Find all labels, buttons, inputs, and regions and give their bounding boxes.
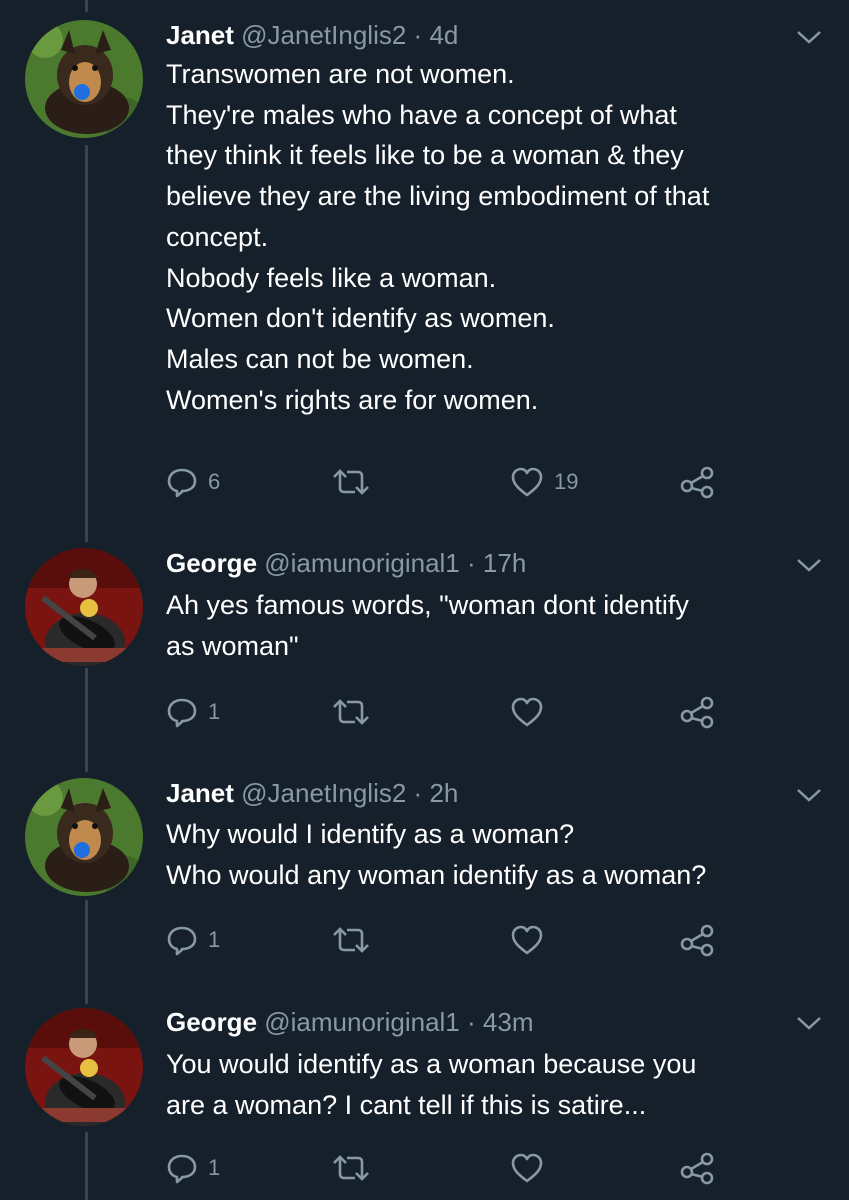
reply-icon bbox=[167, 926, 197, 956]
tweet-text: Ah yes famous words, "woman dont identif… bbox=[166, 585, 826, 666]
avatar[interactable] bbox=[25, 548, 143, 666]
tweet-text: Why would I identify as a woman? Who wou… bbox=[166, 814, 826, 895]
reply-count: 1 bbox=[208, 1155, 221, 1180]
user-handle[interactable]: @JanetInglis2 bbox=[241, 20, 406, 50]
separator: · bbox=[467, 1007, 476, 1037]
tweet-text-line: concept. bbox=[166, 221, 269, 252]
retweet-button[interactable] bbox=[331, 1150, 381, 1186]
tweet-text-line: Who would any woman identify as a woman? bbox=[166, 859, 707, 890]
reply-button[interactable]: 1 bbox=[166, 922, 220, 958]
display-name[interactable]: Janet bbox=[166, 778, 234, 808]
retweet-button[interactable] bbox=[331, 922, 381, 958]
like-button[interactable] bbox=[510, 694, 554, 730]
reply-button[interactable]: 1 bbox=[166, 1150, 220, 1186]
tweet-actions: 1 bbox=[166, 1150, 726, 1186]
reply-count: 6 bbox=[208, 469, 221, 494]
timestamp[interactable]: 17h bbox=[483, 548, 526, 578]
share-icon bbox=[680, 1152, 714, 1185]
like-count: 19 bbox=[554, 469, 579, 494]
tweet-text: Transwomen are not women. They're males … bbox=[166, 54, 826, 420]
chevron-down-icon[interactable] bbox=[795, 1014, 823, 1032]
user-handle[interactable]: @iamunoriginal1 bbox=[264, 548, 460, 578]
reply-icon bbox=[167, 698, 197, 728]
tweet-actions: 1 bbox=[166, 694, 726, 730]
chevron-down-icon[interactable] bbox=[795, 28, 823, 46]
retweet-icon bbox=[333, 699, 369, 725]
tweet-actions: 1 bbox=[166, 922, 726, 958]
reply-icon bbox=[167, 468, 197, 498]
separator: · bbox=[413, 20, 423, 50]
avatar[interactable] bbox=[25, 1008, 143, 1126]
tweet-header: Janet @JanetInglis2 · 4d bbox=[166, 20, 458, 50]
chevron-down-icon[interactable] bbox=[795, 556, 823, 574]
heart-icon bbox=[511, 925, 543, 955]
share-icon bbox=[680, 466, 714, 499]
reply-button[interactable]: 6 bbox=[166, 464, 220, 500]
share-icon bbox=[680, 924, 714, 957]
display-name[interactable]: Janet bbox=[166, 20, 234, 50]
user-handle[interactable]: @iamunoriginal1 bbox=[264, 1007, 460, 1037]
like-button[interactable] bbox=[510, 1150, 554, 1186]
share-button[interactable] bbox=[678, 1150, 716, 1186]
reply-icon bbox=[167, 1154, 197, 1184]
tweet-text-line: Males can not be women. bbox=[166, 343, 474, 374]
like-button[interactable] bbox=[510, 922, 554, 958]
timestamp[interactable]: 43m bbox=[483, 1007, 534, 1037]
retweet-button[interactable] bbox=[331, 464, 381, 500]
display-name[interactable]: George bbox=[166, 548, 257, 578]
tweet-text-line: Why would I identify as a woman? bbox=[166, 819, 575, 849]
tweet-text-line: Nobody feels like a woman. bbox=[166, 262, 497, 293]
tweet-text-line: They're males who have a concept of what bbox=[166, 99, 677, 130]
retweet-icon bbox=[333, 469, 369, 495]
reply-count: 1 bbox=[208, 699, 221, 724]
tweet-header: Janet @JanetInglis2 · 2h bbox=[166, 778, 458, 808]
tweet-text-line: Ah yes famous words, "woman dont identif… bbox=[166, 590, 689, 620]
share-button[interactable] bbox=[678, 694, 716, 730]
tweet-text: You would identify as a woman because yo… bbox=[166, 1044, 826, 1125]
heart-icon bbox=[511, 1153, 543, 1183]
separator: · bbox=[413, 778, 423, 808]
like-button[interactable]: 19 bbox=[510, 464, 578, 500]
reply-count: 1 bbox=[208, 927, 221, 952]
retweet-icon bbox=[333, 927, 369, 953]
retweet-button[interactable] bbox=[331, 694, 381, 730]
timestamp[interactable]: 2h bbox=[429, 778, 458, 808]
share-icon bbox=[680, 696, 714, 729]
tweet[interactable]: Janet @JanetInglis2 · 2h Why would I ide… bbox=[0, 772, 849, 1004]
tweet-text-line: Women's rights are for women. bbox=[166, 384, 539, 415]
tweet[interactable]: George @iamunoriginal1 · 43m You would i… bbox=[0, 1004, 849, 1200]
tweet-text-line: Women don't identify as women. bbox=[166, 303, 555, 334]
tweet-text-line: You would identify as a woman because yo… bbox=[166, 1049, 697, 1079]
tweet-actions: 6 19 bbox=[166, 464, 726, 500]
avatar[interactable] bbox=[25, 778, 143, 896]
reply-button[interactable]: 1 bbox=[166, 694, 220, 730]
share-button[interactable] bbox=[678, 464, 716, 500]
tweet-header: George @iamunoriginal1 · 17h bbox=[166, 548, 526, 578]
tweet-text-line: they think it feels like to be a woman &… bbox=[166, 140, 684, 171]
retweet-icon bbox=[333, 1155, 369, 1181]
tweet[interactable]: George @iamunoriginal1 · 17h Ah yes famo… bbox=[0, 540, 849, 772]
tweet-header: George @iamunoriginal1 · 43m bbox=[166, 1007, 533, 1037]
tweet-text-line: believe they are the living embodiment o… bbox=[166, 181, 710, 212]
share-button[interactable] bbox=[678, 922, 716, 958]
tweet-text-line: are a woman? I cant tell if this is sati… bbox=[166, 1089, 647, 1120]
heart-icon bbox=[511, 467, 543, 497]
user-handle[interactable]: @JanetInglis2 bbox=[241, 778, 406, 808]
tweet-text-line: as woman" bbox=[166, 630, 299, 661]
avatar[interactable] bbox=[25, 20, 143, 138]
tweet-text-line: Transwomen are not women. bbox=[166, 59, 515, 89]
separator: · bbox=[467, 548, 476, 578]
heart-icon bbox=[511, 697, 543, 727]
chevron-down-icon[interactable] bbox=[795, 786, 823, 804]
timestamp[interactable]: 4d bbox=[429, 20, 458, 50]
tweet[interactable]: Janet @JanetInglis2 · 4d Transwomen are … bbox=[0, 0, 849, 540]
display-name[interactable]: George bbox=[166, 1007, 257, 1037]
